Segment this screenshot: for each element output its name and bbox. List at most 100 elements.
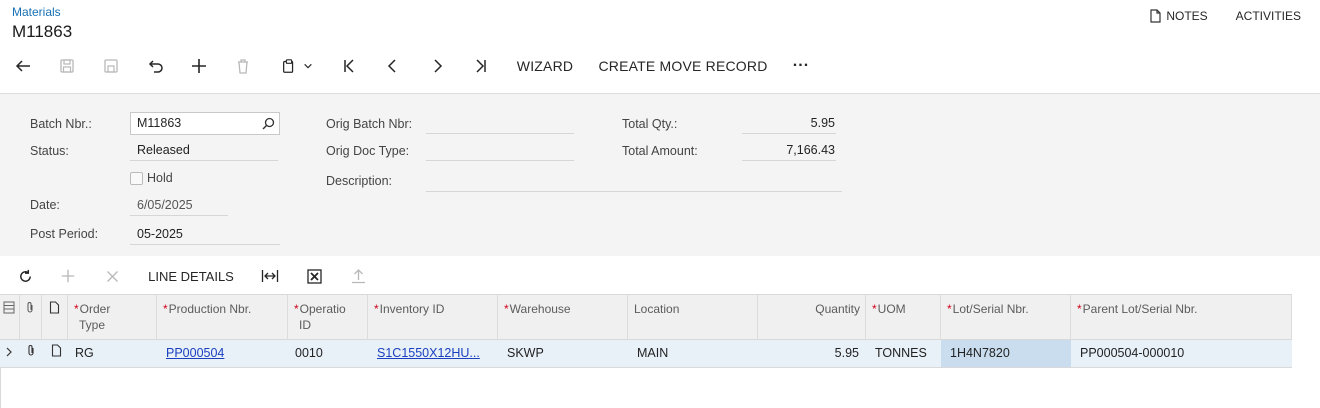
line-details-button[interactable]: LINE DETAILS xyxy=(143,262,239,290)
fit-columns-button[interactable] xyxy=(257,262,283,290)
operation-id-header[interactable]: *Operatio ID xyxy=(288,295,368,340)
operation-id-cell[interactable]: 0010 xyxy=(288,340,368,367)
note-icon xyxy=(1150,9,1161,23)
chevron-left-icon xyxy=(387,59,396,73)
location-header[interactable]: Location xyxy=(628,295,758,340)
row-selector[interactable] xyxy=(0,340,20,367)
page-title: M11863 xyxy=(12,22,73,41)
last-record-button[interactable] xyxy=(468,52,494,80)
production-nbr-link[interactable]: PP000504 xyxy=(157,340,288,367)
hold-checkbox[interactable] xyxy=(130,172,143,185)
operation-id-header-line2: ID xyxy=(299,318,311,332)
search-icon[interactable] xyxy=(262,117,275,130)
note-header xyxy=(42,295,68,340)
lot-serial-header-text: Lot/Serial Nbr. xyxy=(952,302,1029,316)
inventory-id-header-text: Inventory ID xyxy=(379,302,445,316)
activities-label: ACTIVITIES xyxy=(1235,9,1301,23)
refresh-icon xyxy=(19,269,31,282)
undo-button[interactable] xyxy=(142,52,168,80)
quantity-cell[interactable]: 5.95 xyxy=(758,340,866,367)
attachment-header xyxy=(20,295,42,340)
delete-row-button[interactable] xyxy=(99,262,125,290)
back-button[interactable] xyxy=(10,52,36,80)
undo-icon xyxy=(148,60,163,73)
uom-header[interactable]: *UOM xyxy=(866,295,941,340)
order-type-cell[interactable]: RG xyxy=(68,340,157,367)
plus-icon xyxy=(192,59,206,73)
batch-header-form: Batch Nbr.: M11863 Status: Released Hold… xyxy=(0,93,1320,256)
date-value: 6/05/2025 xyxy=(130,196,228,216)
warehouse-header[interactable]: *Warehouse xyxy=(498,295,628,340)
add-row-button[interactable] xyxy=(55,262,81,290)
activities-button[interactable]: ACTIVITIES xyxy=(1236,9,1301,23)
location-cell[interactable]: MAIN xyxy=(628,340,758,367)
paperclip-icon xyxy=(27,302,33,313)
refresh-button[interactable] xyxy=(12,262,38,290)
order-type-header-line2: Type xyxy=(79,318,106,332)
note-icon xyxy=(51,344,62,357)
quantity-header[interactable]: Quantity xyxy=(758,295,866,340)
operation-id-header-line1: Operatio xyxy=(299,302,346,316)
add-button[interactable] xyxy=(186,52,212,80)
table-row[interactable]: RG PP000504 0010 S1C1550X12HU... SKWP MA… xyxy=(0,340,1292,368)
main-toolbar: WIZARD CREATE MOVE RECORD ··· xyxy=(0,52,1320,80)
total-qty-value: 5.95 xyxy=(742,114,836,134)
row-note[interactable] xyxy=(42,340,68,367)
chevron-down-icon xyxy=(304,63,312,69)
total-amount-label: Total Amount: xyxy=(622,144,698,158)
breadcrumb[interactable]: Materials xyxy=(12,5,61,19)
parent-lot-serial-cell[interactable]: PP000504-000010 xyxy=(1071,340,1292,367)
row-attachment[interactable] xyxy=(20,340,42,367)
save-icon xyxy=(104,59,118,73)
description-label: Description: xyxy=(326,174,392,188)
uom-header-text: UOM xyxy=(877,302,906,316)
save-close-icon xyxy=(60,59,74,73)
row-selector-header[interactable] xyxy=(0,295,20,340)
lot-serial-cell[interactable]: 1H4N7820 xyxy=(941,340,1071,367)
order-type-header[interactable]: *Order Type xyxy=(68,295,157,340)
upload-button[interactable] xyxy=(345,262,371,290)
chevron-right-icon xyxy=(434,59,443,73)
production-nbr-header[interactable]: *Production Nbr. xyxy=(157,295,288,340)
delete-button[interactable] xyxy=(230,52,256,80)
batch-nbr-field[interactable]: M11863 xyxy=(130,112,280,135)
grid-header: *Order Type *Production Nbr. *Operatio ID … xyxy=(0,294,1292,340)
notes-button[interactable]: NOTES xyxy=(1149,9,1208,23)
note-icon xyxy=(49,301,60,314)
batch-nbr-label: Batch Nbr.: xyxy=(30,117,92,131)
save-button[interactable] xyxy=(98,52,124,80)
status-label: Status: xyxy=(30,144,69,158)
trash-icon xyxy=(238,59,248,74)
parent-lot-serial-header[interactable]: *Parent Lot/Serial Nbr. xyxy=(1071,295,1292,340)
grid-toolbar: LINE DETAILS xyxy=(0,262,1320,290)
warehouse-header-text: Warehouse xyxy=(509,302,571,316)
save-close-button[interactable] xyxy=(54,52,80,80)
hold-label: Hold xyxy=(147,171,173,185)
quantity-header-text: Quantity xyxy=(815,302,860,316)
inventory-id-header[interactable]: *Inventory ID xyxy=(368,295,498,340)
create-move-record-button[interactable]: CREATE MOVE RECORD xyxy=(595,52,771,80)
first-record-button[interactable] xyxy=(336,52,362,80)
close-icon xyxy=(106,270,118,282)
location-header-text: Location xyxy=(634,302,680,316)
wizard-button[interactable]: WIZARD xyxy=(512,52,578,80)
production-nbr-header-text: Production Nbr. xyxy=(168,302,252,316)
excel-icon xyxy=(306,268,322,284)
uom-cell[interactable]: TONNES xyxy=(866,340,941,367)
clipboard-icon xyxy=(283,59,294,73)
batch-nbr-value: M11863 xyxy=(137,116,182,130)
copy-paste-dropdown[interactable] xyxy=(274,52,320,80)
next-record-button[interactable] xyxy=(424,52,450,80)
description-field[interactable] xyxy=(426,172,842,192)
post-period-value: 05-2025 xyxy=(130,225,280,245)
notes-label: NOTES xyxy=(1166,9,1208,23)
previous-record-button[interactable] xyxy=(380,52,406,80)
total-amount-value: 7,166.43 xyxy=(742,141,836,161)
fit-width-icon xyxy=(261,270,279,282)
first-icon xyxy=(344,59,354,73)
warehouse-cell[interactable]: SKWP xyxy=(498,340,628,367)
inventory-id-link[interactable]: S1C1550X12HU... xyxy=(368,340,498,367)
lot-serial-header[interactable]: *Lot/Serial Nbr. xyxy=(941,295,1071,340)
export-excel-button[interactable] xyxy=(301,262,327,290)
more-menu-button[interactable]: ··· xyxy=(786,52,816,80)
